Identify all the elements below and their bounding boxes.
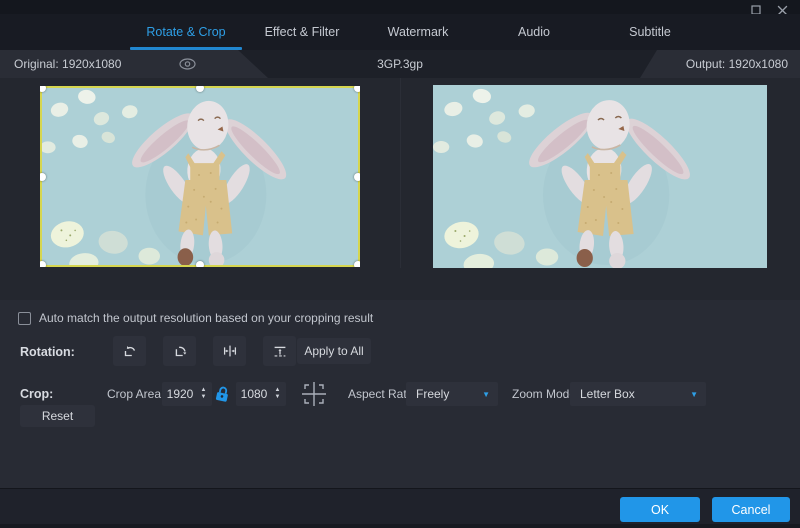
reset-button[interactable]: Reset — [20, 405, 95, 427]
crop-height-value[interactable]: 1080 — [236, 387, 272, 401]
output-video-preview — [433, 85, 767, 268]
spin-down-icon[interactable]: ▼ — [201, 395, 207, 400]
chevron-down-icon: ▼ — [482, 390, 498, 399]
tab-label: Watermark — [388, 25, 449, 39]
tab-label: Effect & Filter — [265, 25, 340, 39]
zoom-mode-dropdown[interactable]: Letter Box ▼ — [570, 382, 706, 406]
spin-up-icon[interactable]: ▲ — [201, 388, 207, 393]
tab-watermark[interactable]: Watermark — [360, 14, 476, 50]
tab-bar: Rotate & Crop Effect & Filter Watermark … — [0, 14, 800, 50]
rotate-left-icon — [121, 342, 139, 360]
aspect-ratio-dropdown[interactable]: Freely ▼ — [406, 382, 498, 406]
cancel-button[interactable]: Cancel — [712, 497, 790, 522]
flip-vertical-icon — [271, 342, 289, 360]
crop-height-field[interactable]: 1080 ▲ ▼ — [236, 382, 286, 406]
preview-header: Original: 1920x1080 3GP.3gp Output: 1920… — [0, 50, 800, 78]
footer-bar: OK Cancel — [0, 488, 800, 528]
output-resolution-tab: Output: 1920x1080 — [640, 50, 800, 78]
controls-panel: Auto match the output resolution based o… — [0, 300, 800, 488]
tab-label: Subtitle — [629, 25, 671, 39]
crop-width-spinner: ▲ ▼ — [198, 388, 212, 400]
auto-match-row: Auto match the output resolution based o… — [18, 311, 373, 325]
tab-subtitle[interactable]: Subtitle — [592, 14, 708, 50]
spin-up-icon[interactable]: ▲ — [275, 388, 281, 393]
flip-horizontal-icon — [221, 342, 239, 360]
apply-to-all-label: Apply to All — [304, 344, 363, 358]
aspect-ratio-value: Freely — [406, 387, 482, 401]
cancel-label: Cancel — [732, 503, 771, 517]
rotation-label: Rotation: — [20, 345, 75, 359]
ok-label: OK — [651, 503, 669, 517]
preview-area: 00:00:06.05/00:00:23.11 — [0, 78, 800, 300]
output-resolution-label: Output: 1920x1080 — [686, 57, 788, 71]
flip-vertical-button[interactable] — [263, 336, 296, 366]
rotate-right-icon — [171, 342, 189, 360]
original-video-preview[interactable] — [40, 86, 360, 267]
crop-center-icon[interactable] — [299, 379, 329, 412]
auto-match-checkbox[interactable] — [18, 312, 31, 325]
tab-rotate-crop[interactable]: Rotate & Crop — [128, 14, 244, 50]
chevron-down-icon: ▼ — [690, 390, 706, 399]
tab-label: Rotate & Crop — [146, 25, 225, 39]
tab-label: Audio — [518, 25, 550, 39]
crop-label: Crop: — [20, 387, 53, 401]
flip-horizontal-button[interactable] — [213, 336, 246, 366]
original-video-frame — [40, 86, 360, 267]
tab-effect-filter[interactable]: Effect & Filter — [244, 14, 360, 50]
crop-height-spinner: ▲ ▼ — [272, 388, 286, 400]
aspect-lock-icon[interactable] — [215, 386, 230, 405]
rotate-crop-dialog: Rotate & Crop Effect & Filter Watermark … — [0, 0, 800, 528]
rotate-left-button[interactable] — [113, 336, 146, 366]
zoom-mode-value: Letter Box — [570, 387, 690, 401]
crop-width-value[interactable]: 1920 — [162, 387, 198, 401]
tab-audio[interactable]: Audio — [476, 14, 592, 50]
output-video-frame — [433, 85, 767, 268]
rotate-right-button[interactable] — [163, 336, 196, 366]
crop-width-field[interactable]: 1920 ▲ ▼ — [162, 382, 212, 406]
apply-to-all-button[interactable]: Apply to All — [297, 338, 371, 364]
crop-area-label: Crop Area: — [107, 387, 164, 401]
auto-match-label: Auto match the output resolution based o… — [39, 311, 373, 325]
reset-label: Reset — [42, 409, 73, 423]
ok-button[interactable]: OK — [620, 497, 700, 522]
spin-down-icon[interactable]: ▼ — [275, 395, 281, 400]
